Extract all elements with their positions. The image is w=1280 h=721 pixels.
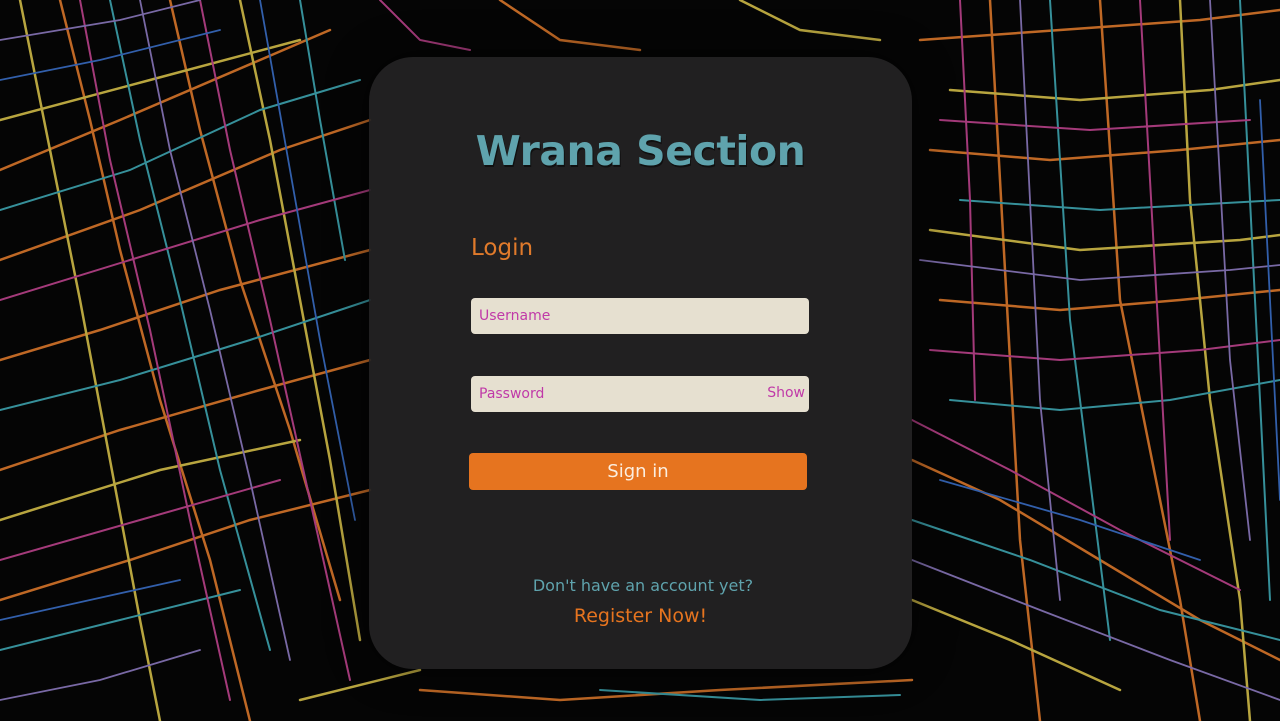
app-title: Wrana Section	[475, 127, 806, 175]
login-heading: Login	[471, 235, 534, 261]
password-field-container: Show	[471, 376, 809, 412]
password-input[interactable]	[479, 376, 759, 412]
no-account-text: Don't have an account yet?	[532, 576, 754, 595]
register-now-link[interactable]: Register Now!	[369, 605, 912, 627]
username-field-container	[471, 298, 809, 334]
show-password-toggle[interactable]: Show	[767, 385, 805, 401]
username-input[interactable]	[479, 298, 801, 334]
login-card: Wrana Section Login Show Sign in Don't h…	[369, 57, 912, 669]
sign-in-button[interactable]: Sign in	[469, 453, 807, 490]
